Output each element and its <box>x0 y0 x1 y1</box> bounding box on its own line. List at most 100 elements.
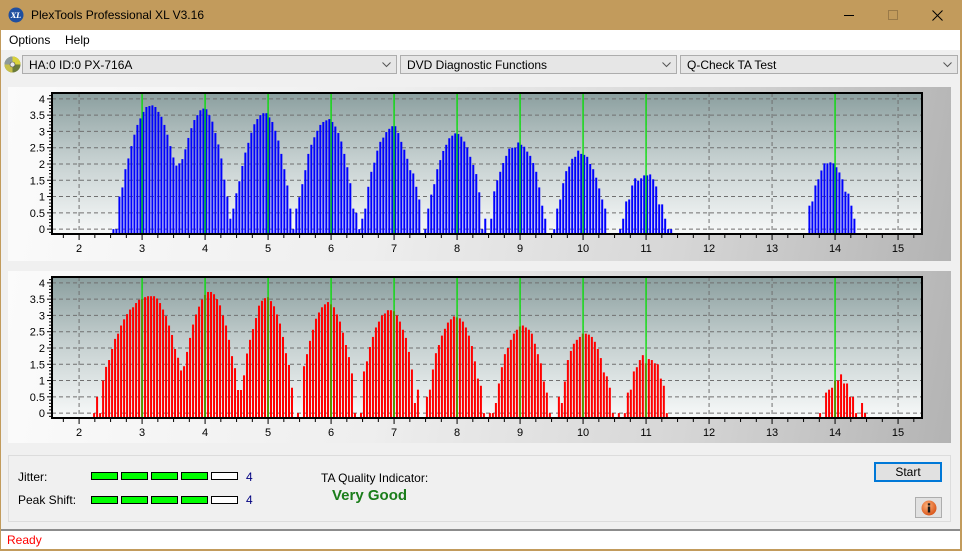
bar <box>180 370 183 418</box>
chevron-down-icon <box>662 62 671 68</box>
bar <box>228 339 231 418</box>
bar <box>145 107 148 234</box>
y-tick-label: 0.5 <box>30 208 45 220</box>
bar <box>632 371 635 418</box>
bar <box>246 353 249 418</box>
bar <box>532 163 535 234</box>
bar <box>184 149 187 234</box>
close-button[interactable] <box>914 0 960 30</box>
bar <box>541 205 544 234</box>
bar <box>160 116 163 234</box>
x-tick-label: 12 <box>703 243 715 255</box>
x-tick-label: 8 <box>454 427 460 439</box>
menu-options[interactable]: Options <box>8 33 51 47</box>
drive-select[interactable]: HA:0 ID:0 PX-716A <box>22 55 397 74</box>
start-button[interactable]: Start <box>874 462 942 482</box>
bar <box>291 387 293 418</box>
bar <box>407 351 410 418</box>
bar <box>517 142 520 234</box>
bar <box>476 378 479 418</box>
x-tick-label: 13 <box>766 427 778 439</box>
bar <box>214 133 217 234</box>
bar <box>328 119 331 234</box>
bar <box>311 329 314 418</box>
bar <box>117 333 120 418</box>
bar <box>308 340 311 418</box>
bar <box>410 369 413 418</box>
menu-help[interactable]: Help <box>64 33 91 47</box>
bar <box>265 113 268 234</box>
bar <box>529 155 532 234</box>
bar <box>178 163 181 234</box>
y-tick-label: 3.5 <box>30 294 45 306</box>
bar <box>334 126 337 234</box>
bar <box>136 124 139 234</box>
bar <box>279 323 281 418</box>
bar <box>461 321 464 418</box>
bar <box>368 347 371 418</box>
bar <box>380 315 383 418</box>
jitter-label: Jitter: <box>18 470 48 484</box>
bar <box>590 336 593 418</box>
bar <box>386 310 389 418</box>
bar <box>395 315 398 418</box>
y-tick-label: 1 <box>39 376 45 388</box>
bar <box>235 193 238 234</box>
bar <box>602 372 605 418</box>
bar <box>148 106 151 234</box>
maximize-button[interactable] <box>870 0 916 30</box>
function-select[interactable]: DVD Diagnostic Functions <box>400 55 677 74</box>
bar <box>509 339 512 418</box>
bar <box>538 187 541 234</box>
ta-quality-label: TA Quality Indicator: <box>321 471 429 485</box>
meter-segment <box>91 496 118 504</box>
x-tick-label: 12 <box>703 427 715 439</box>
bar <box>595 177 598 234</box>
bar <box>282 336 284 418</box>
bar <box>599 358 602 418</box>
test-select[interactable]: Q-Check TA Test <box>680 55 958 74</box>
y-tick-label: 4 <box>39 94 45 106</box>
x-tick-label: 14 <box>829 427 841 439</box>
minimize-button[interactable] <box>826 0 872 30</box>
bar <box>523 146 526 234</box>
bar <box>659 378 662 418</box>
bar <box>385 132 388 234</box>
bar <box>256 119 259 234</box>
bar <box>820 170 823 234</box>
info-button[interactable] <box>915 497 942 518</box>
bar <box>362 371 365 418</box>
bar <box>391 126 394 234</box>
peak-shift-meter <box>91 496 239 504</box>
bar <box>373 162 376 234</box>
bar <box>658 204 661 234</box>
bar <box>634 178 637 234</box>
bar <box>175 165 178 234</box>
x-tick-label: 2 <box>76 243 82 255</box>
bar <box>162 309 165 418</box>
bar <box>475 174 478 234</box>
bar <box>844 191 847 234</box>
bar <box>325 120 328 234</box>
bar <box>286 185 289 234</box>
bar <box>511 147 514 234</box>
bar <box>144 297 147 418</box>
bar <box>127 158 130 234</box>
bar <box>273 306 275 418</box>
bar <box>397 133 400 234</box>
x-tick-label: 4 <box>202 427 208 439</box>
y-tick-label: 0.5 <box>30 392 45 404</box>
bar <box>586 156 589 234</box>
bar <box>808 205 811 234</box>
bar <box>320 307 323 418</box>
x-tick-label: 11 <box>640 243 651 255</box>
bar <box>219 305 222 418</box>
bar <box>232 208 235 234</box>
bar <box>449 319 452 418</box>
bar <box>446 322 449 418</box>
bar <box>177 357 180 418</box>
bar <box>640 178 643 234</box>
x-tick-label: 9 <box>517 243 523 255</box>
bar <box>574 156 577 234</box>
bar <box>261 300 264 418</box>
